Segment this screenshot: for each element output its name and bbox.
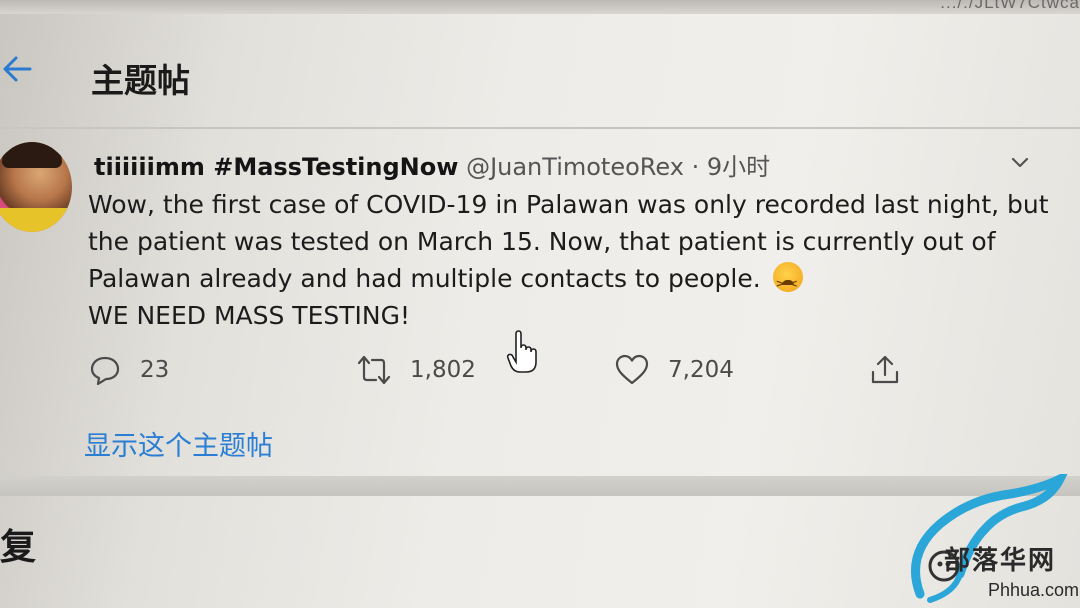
browser-top-strip: ..././JLtW7Ctwca [0, 0, 1080, 14]
header-divider [0, 127, 1080, 129]
watermark-url: Phhua.com [988, 580, 1080, 600]
user-handle[interactable]: @JuanTimoteoRex [466, 153, 684, 181]
retweet-count: 1,802 [410, 357, 476, 383]
url-fragment: ..././JLtW7Ctwca [940, 0, 1080, 12]
tweet-actions: 23 1,802 7,204 [0, 345, 1080, 395]
back-button[interactable] [0, 52, 36, 92]
arrow-left-icon [3, 56, 32, 82]
chevron-down-icon [1011, 157, 1029, 168]
tweet-text-line: WE NEED MASS TESTING! [88, 301, 410, 330]
watermark-text: 部落华网 [944, 546, 1057, 576]
heart-icon [615, 354, 649, 385]
tweet-text-line: Palawan already and had multiple contact… [88, 260, 1048, 302]
tweet-text-line: the patient was tested on March 15. Now,… [88, 227, 996, 256]
share-icon [871, 355, 899, 384]
display-name[interactable]: tiiiiiimm #MassTestingNow [94, 153, 458, 181]
reply-button[interactable]: 23 [88, 345, 169, 395]
avatar[interactable] [0, 142, 72, 232]
tired-face-emoji [772, 262, 803, 302]
meta-separator: · [691, 153, 700, 181]
show-thread-link[interactable]: 显示这个主题帖 [84, 424, 273, 463]
share-button[interactable] [868, 345, 902, 395]
tweet-text-line: Wow, the first case of COVID-19 in Palaw… [88, 190, 1049, 219]
tweet-text: Wow, the first case of COVID-19 in Palaw… [88, 186, 1049, 334]
like-count: 7,204 [668, 357, 734, 383]
retweet-icon [357, 355, 391, 385]
thread-header: 主题帖 [0, 30, 1080, 126]
reply-icon [90, 356, 120, 386]
replies-heading: 复 [0, 527, 37, 568]
reply-count: 23 [140, 357, 170, 383]
more-options-button[interactable] [1008, 150, 1032, 174]
tweet-author-line: tiiiiiimm #MassTestingNow @JuanTimoteoRe… [94, 147, 770, 182]
page-title: 主题帖 [91, 61, 190, 100]
like-button[interactable]: 7,204 [614, 345, 734, 395]
tweet-timestamp[interactable]: 9小时 [707, 153, 770, 181]
retweet-button[interactable]: 1,802 [356, 345, 476, 395]
tweet-text-segment: Palawan already and had multiple contact… [88, 264, 761, 293]
